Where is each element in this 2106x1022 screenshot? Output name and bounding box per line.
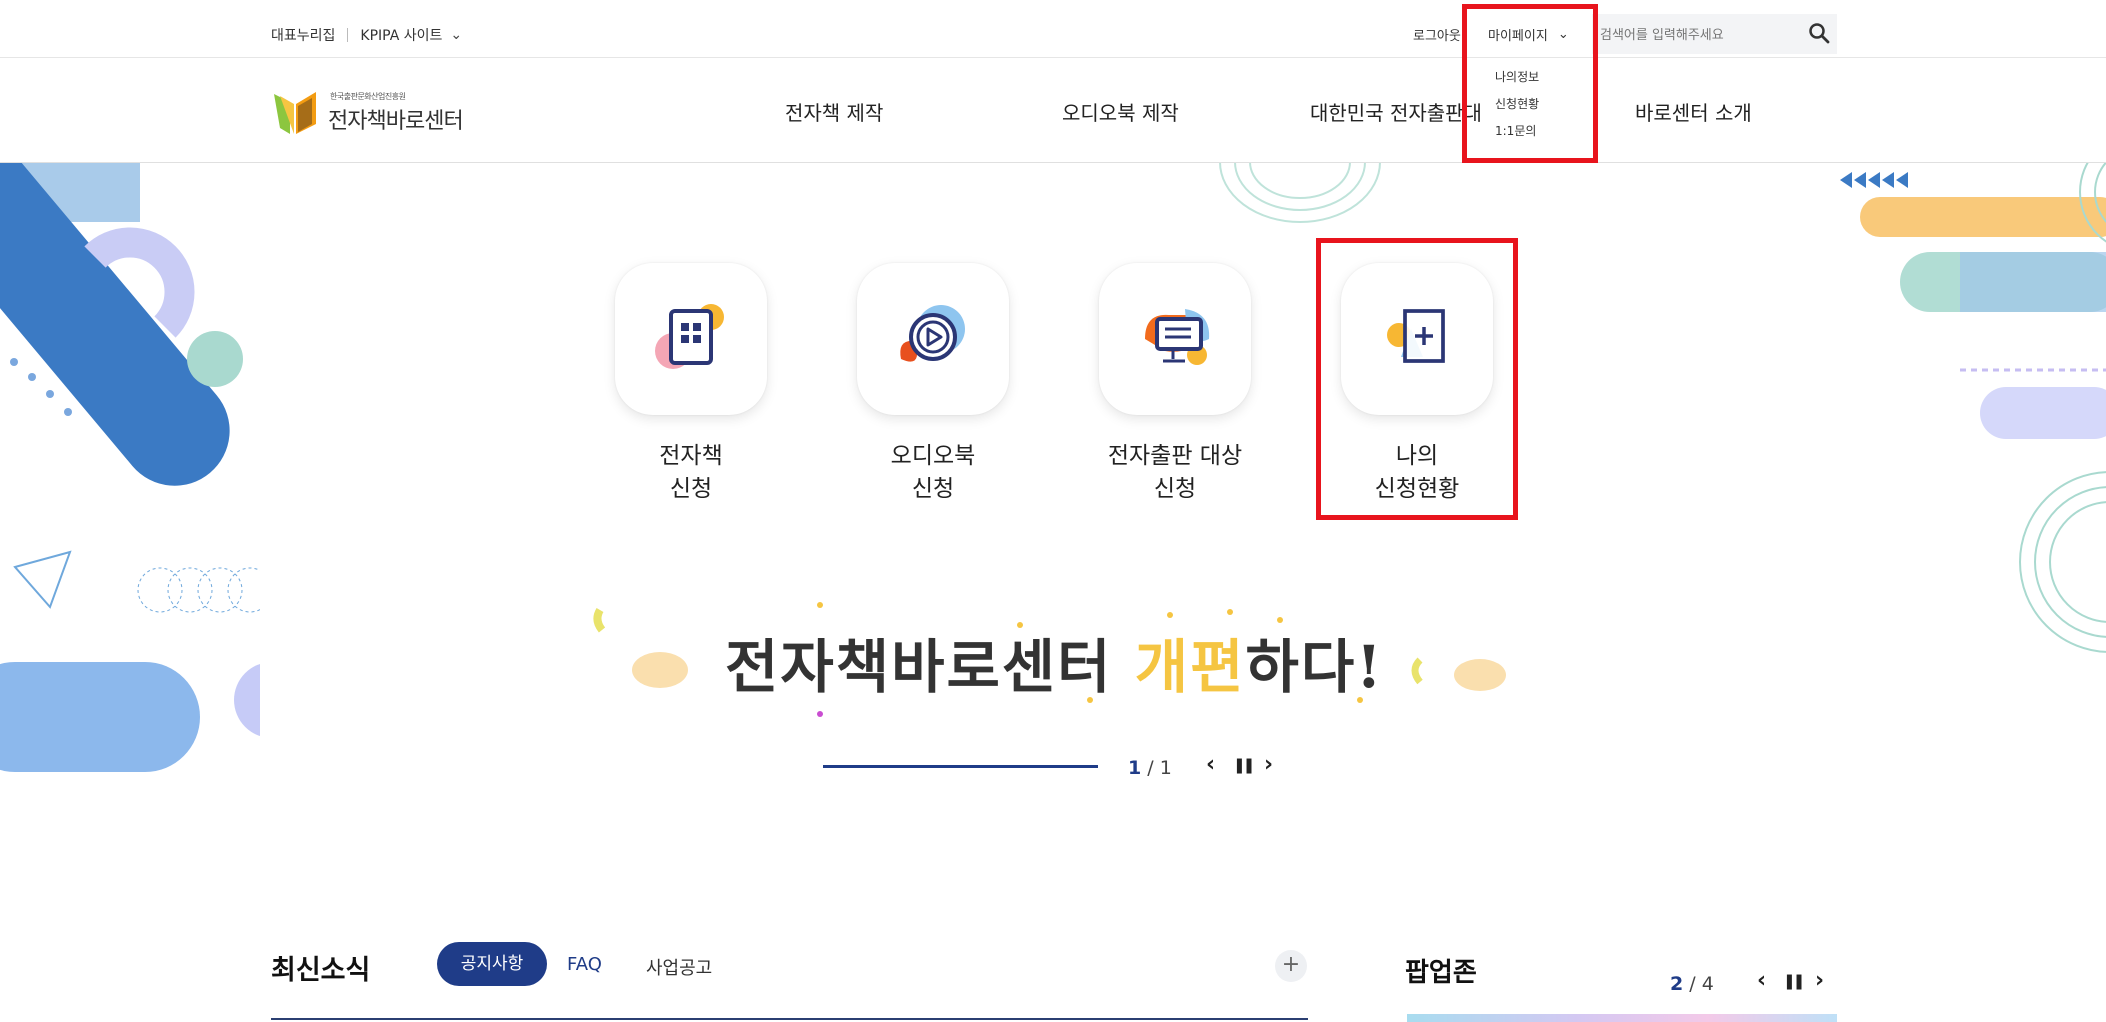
- search-box: [1592, 14, 1837, 54]
- news-section-title: 최신소식: [271, 955, 371, 986]
- banner-title-text: 하다!: [1245, 633, 1384, 701]
- logo-title[interactable]: 전자책바로센터: [328, 103, 464, 135]
- banner-title-text: 전자책바로센터: [725, 633, 1135, 701]
- tile-label-audiobook: 오디오북 신청: [833, 440, 1033, 506]
- kpipa-site-link[interactable]: KPIPA 사이트: [360, 25, 442, 45]
- tile-label-line: 전자책: [659, 443, 723, 469]
- popup-zone-title: 팝업존: [1405, 958, 1477, 988]
- right-decoration: [1840, 162, 2106, 653]
- popup-pause-button[interactable]: ❚❚: [1783, 972, 1805, 990]
- tile-label-line: 전자출판 대상: [1107, 443, 1243, 469]
- banner-pause-button[interactable]: ❚❚: [1233, 756, 1255, 774]
- left-decoration: [0, 162, 260, 772]
- tab-notice[interactable]: 공지사항: [437, 942, 547, 986]
- popup-next-button[interactable]: ›: [1815, 968, 1824, 993]
- banner-slide-count: 1 / 1: [1128, 757, 1172, 779]
- tab-faq[interactable]: FAQ: [567, 954, 602, 975]
- popup-current-slide: 2: [1670, 973, 1684, 995]
- monitor-icon: [1145, 309, 1210, 365]
- tile-label-line: 신청: [669, 476, 713, 502]
- top-arc-decoration: [1219, 162, 1381, 223]
- tab-business-notice[interactable]: 사업공고: [646, 954, 712, 980]
- main-portal-link[interactable]: 대표누리집: [271, 25, 335, 45]
- banner-total-slides: / 1: [1147, 757, 1172, 779]
- banner-prev-button[interactable]: ‹: [1206, 752, 1215, 777]
- tile-label-line: 오디오북: [890, 443, 976, 469]
- tile-audiobook-apply[interactable]: [857, 263, 1009, 415]
- highlight-box-mypage: [1462, 4, 1598, 163]
- tile-label-line: 신청: [911, 476, 955, 502]
- logo-subtitle: 한국출판문화산업진흥원: [330, 92, 406, 101]
- news-divider: [271, 1018, 1308, 1020]
- banner-current-slide: 1: [1128, 757, 1142, 779]
- highlight-box-my-status: [1316, 238, 1518, 520]
- search-icon[interactable]: [1808, 22, 1830, 44]
- search-input[interactable]: [1598, 24, 1802, 46]
- chevron-down-icon[interactable]: ⌄: [450, 27, 462, 43]
- logo-book-icon[interactable]: [272, 84, 324, 136]
- divider: [347, 28, 349, 42]
- popup-prev-button[interactable]: ‹: [1757, 968, 1766, 993]
- banner-title-accent: 개편: [1134, 633, 1246, 701]
- tile-label-award: 전자출판 대상 신청: [1075, 440, 1275, 506]
- nav-audiobook-production[interactable]: 오디오북 제작: [1062, 97, 1179, 126]
- tile-label-ebook: 전자책 신청: [591, 440, 791, 506]
- tile-award-apply[interactable]: [1099, 263, 1251, 415]
- nav-center-intro[interactable]: 바로센터 소개: [1635, 97, 1752, 126]
- tile-label-line: 신청: [1153, 476, 1197, 502]
- ebook-grid-icon: [655, 304, 724, 369]
- banner-next-button[interactable]: ›: [1264, 752, 1273, 777]
- play-circle-icon: [900, 305, 965, 362]
- banner-title[interactable]: 전자책바로센터 개편하다!: [725, 620, 1384, 704]
- popup-banner-image[interactable]: [1407, 1014, 1837, 1022]
- banner-progress-bar: [823, 765, 1098, 768]
- nav-ebook-production[interactable]: 전자책 제작: [785, 97, 883, 126]
- popup-total-slides: / 4: [1689, 973, 1714, 995]
- logout-link[interactable]: 로그아웃: [1413, 25, 1461, 44]
- tile-ebook-apply[interactable]: [615, 263, 767, 415]
- utility-links: 대표누리집 KPIPA 사이트 ⌄: [271, 25, 462, 45]
- news-more-button[interactable]: +: [1275, 950, 1307, 982]
- popup-slide-count: 2 / 4: [1670, 973, 1714, 995]
